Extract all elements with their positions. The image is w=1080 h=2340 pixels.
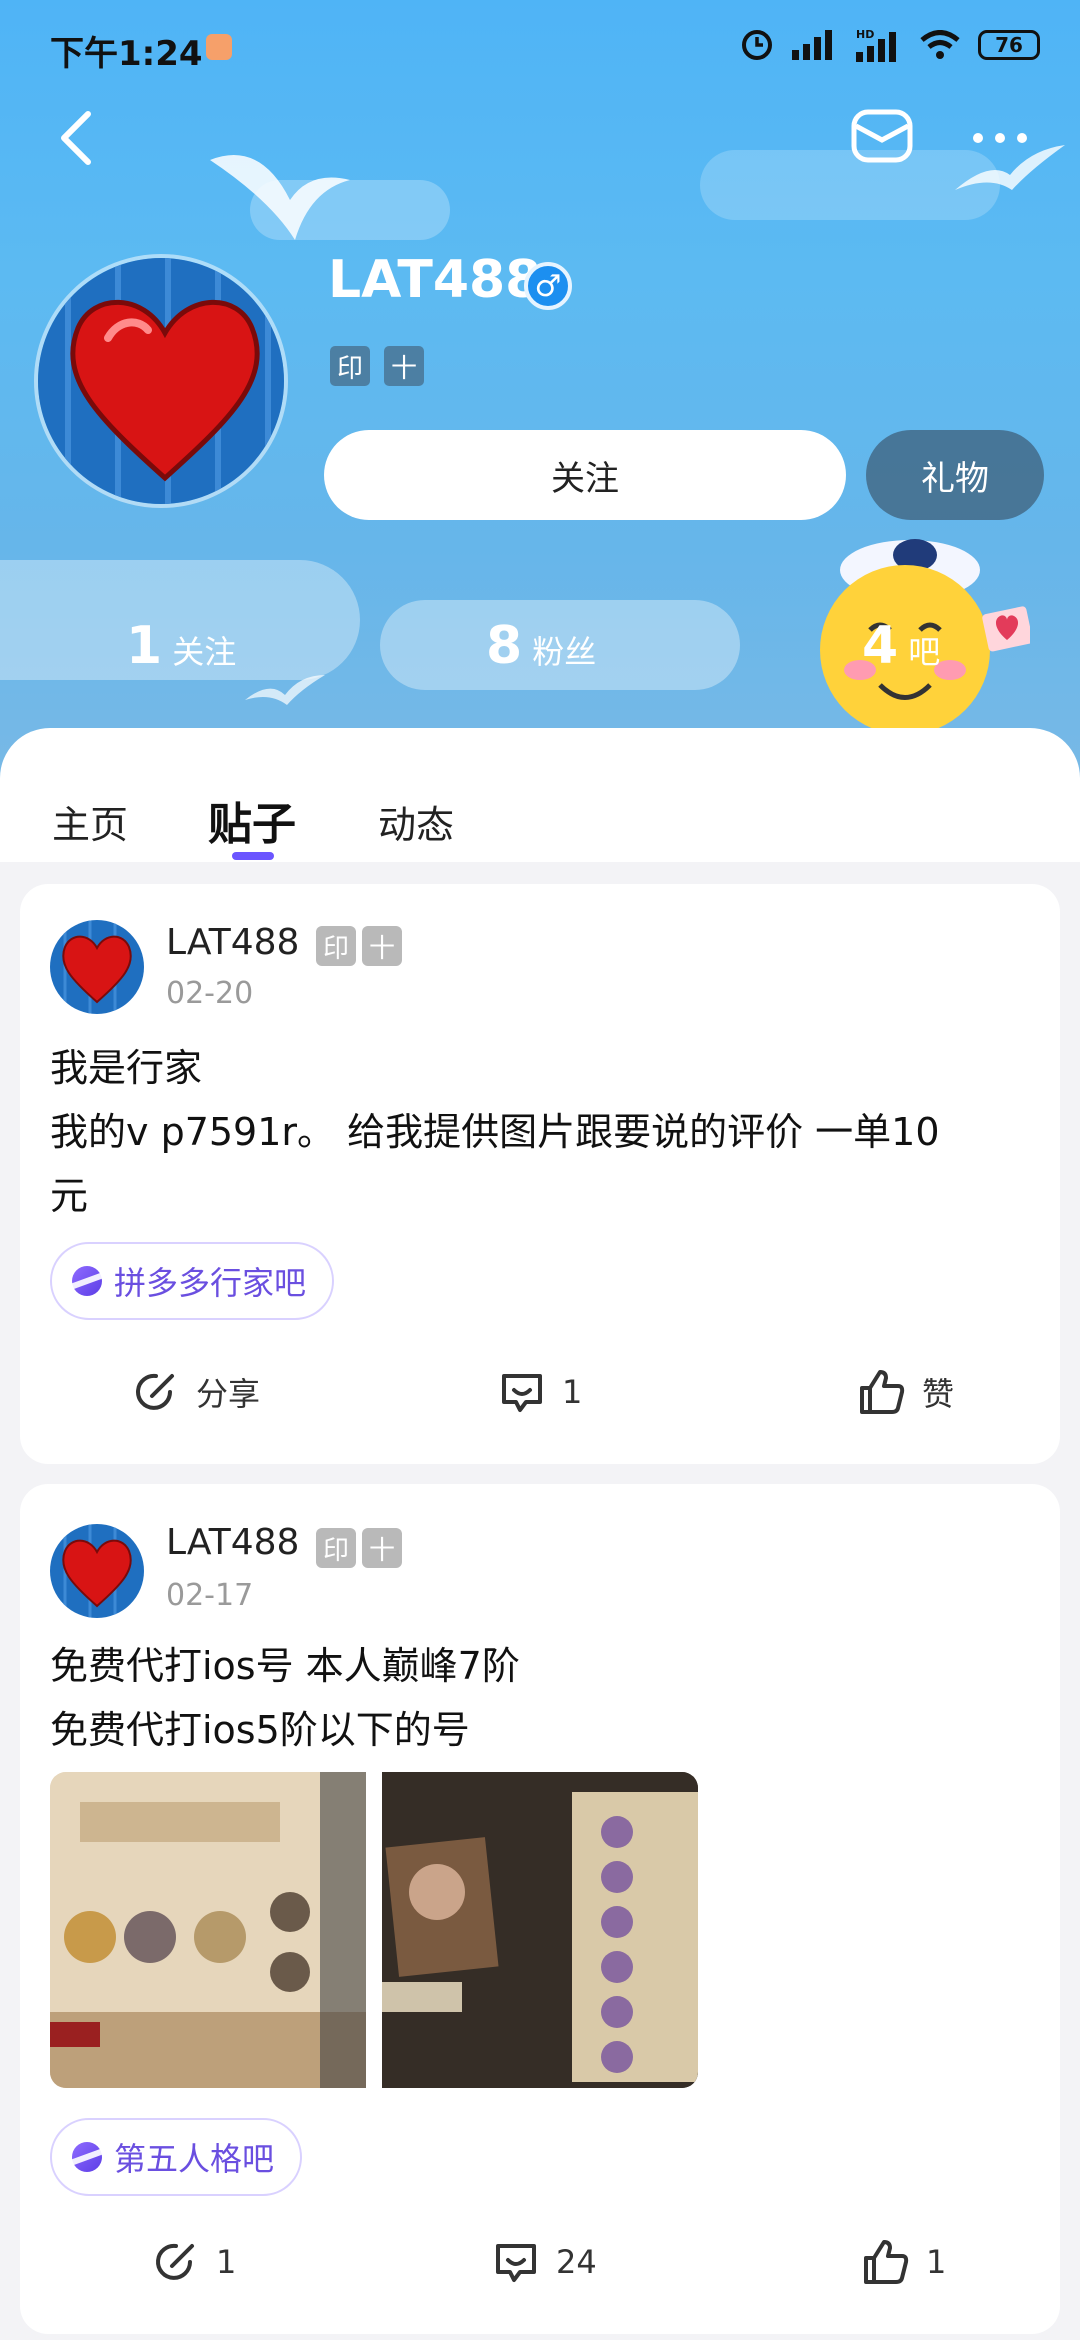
game-screenshot-image (50, 1772, 366, 2088)
like-button[interactable]: 赞 (856, 1366, 954, 1418)
forum-tag-label: 第五人格吧 (114, 2140, 275, 2178)
user-tag-badge: 印 (330, 346, 370, 386)
svg-text:HD: HD (856, 28, 874, 41)
thumbs-up-icon (860, 1370, 905, 1414)
back-arrow-icon[interactable] (52, 108, 102, 168)
stat-forums[interactable]: 4 吧 (862, 616, 940, 676)
message-icon[interactable] (850, 108, 914, 164)
heart-avatar-image (50, 1524, 144, 1618)
comment-icon (502, 1374, 542, 1412)
user-tag-badge: 十 (384, 346, 424, 386)
post-card[interactable]: LAT488 印 十 02-17 免费代打ios号 本人巅峰7阶 免费代打ios… (20, 1484, 1060, 2334)
signal-icon (792, 30, 832, 60)
share-button[interactable]: 分享 (130, 1366, 260, 1418)
active-tab-indicator (232, 852, 274, 860)
user-tag-badge: 十 (362, 1528, 402, 1568)
share-count: 1 (216, 2243, 237, 2281)
post-author-name[interactable]: LAT488 (166, 1522, 299, 1563)
status-time: 下午1:24 (50, 34, 203, 74)
signal-hd-icon: HD (856, 28, 896, 62)
status-bar: 下午1:24 HD 76 (0, 0, 1080, 96)
post-date: 02-20 (166, 976, 254, 1011)
forum-tag-label: 拼多多行家吧 (114, 1264, 307, 1302)
comment-count: 1 (562, 1373, 583, 1411)
like-button[interactable]: 1 (860, 2236, 946, 2288)
stat-followers-count: 8 (486, 616, 523, 676)
heart-avatar-image (50, 920, 144, 1014)
like-label: 赞 (922, 1375, 955, 1413)
user-tag-badge: 印 (316, 1528, 356, 1568)
post-date: 02-17 (166, 1578, 254, 1613)
post-content[interactable]: 我是行家 我的v p7591r。 给我提供图片跟要说的评价 一单10 元 (50, 1036, 1040, 1228)
post-text-line: 我是行家 (50, 1046, 203, 1090)
status-indicators: HD 76 (740, 28, 1040, 62)
forum-tag-button[interactable]: 第五人格吧 (50, 2118, 303, 2196)
profile-avatar[interactable] (34, 254, 288, 508)
tab-home[interactable]: 主页 (52, 794, 128, 849)
comment-button[interactable]: 24 (490, 2236, 597, 2288)
post-text-line: 我的v p7591r。 给我提供图片跟要说的评价 一单10 (50, 1110, 940, 1154)
profile-banner: 下午1:24 HD 76 LAT488 ♂ 印 十 关注 礼物 1 关注 8 粉… (0, 0, 1080, 780)
tab-bar: 主页 贴子 动态 (0, 728, 1080, 862)
comment-icon (496, 2244, 536, 2282)
alarm-icon (742, 30, 772, 60)
gift-button[interactable]: 礼物 (866, 430, 1044, 520)
share-icon (156, 2243, 194, 2280)
game-screenshot-image (382, 1772, 698, 2088)
share-label: 分享 (196, 1375, 261, 1413)
seagull-decoration (210, 155, 350, 240)
user-tag-badge: 十 (362, 926, 402, 966)
follow-button[interactable]: 关注 (324, 430, 846, 520)
comment-count: 24 (556, 2243, 597, 2281)
share-button[interactable]: 1 (150, 2236, 236, 2288)
forum-planet-icon (72, 2142, 102, 2172)
seagull-decoration (245, 675, 325, 705)
stat-following-count: 1 (126, 616, 163, 676)
post-text-line: 免费代打ios5阶以下的号 (50, 1708, 470, 1752)
stat-forums-label: 吧 (908, 633, 941, 671)
post-image[interactable] (382, 1772, 698, 2088)
app-notification-icon (206, 34, 232, 60)
comment-button[interactable]: 1 (496, 1366, 582, 1418)
profile-username: LAT488 (328, 250, 542, 310)
stat-following-label: 关注 (172, 633, 237, 671)
thumbs-up-icon (864, 2240, 909, 2284)
post-author-avatar[interactable] (50, 920, 144, 1014)
post-author-name[interactable]: LAT488 (166, 922, 299, 963)
post-image[interactable] (50, 1772, 366, 2088)
stat-forums-count: 4 (862, 616, 899, 676)
wifi-icon (920, 30, 960, 59)
heart-avatar-image (38, 258, 284, 504)
share-icon (136, 1373, 174, 1410)
gender-male-icon: ♂ (524, 262, 572, 310)
forum-planet-icon (72, 1266, 102, 1296)
stat-followers-label: 粉丝 (532, 633, 597, 671)
post-card[interactable]: LAT488 印 十 02-20 我是行家 我的v p7591r。 给我提供图片… (20, 884, 1060, 1464)
forum-tag-button[interactable]: 拼多多行家吧 (50, 1242, 335, 1320)
like-count: 1 (926, 2243, 947, 2281)
user-tag-badge: 印 (316, 926, 356, 966)
post-text-line: 元 (50, 1174, 89, 1218)
battery-indicator: 76 (978, 30, 1040, 60)
stat-following[interactable]: 1 关注 (126, 616, 236, 676)
post-text-line: 免费代打ios号 本人巅峰7阶 (50, 1644, 520, 1688)
tab-posts[interactable]: 贴子 (208, 788, 296, 852)
post-content[interactable]: 免费代打ios号 本人巅峰7阶 免费代打ios5阶以下的号 (50, 1634, 1040, 1762)
stat-followers[interactable]: 8 粉丝 (486, 616, 596, 676)
more-options-icon[interactable] (970, 118, 1030, 158)
post-author-avatar[interactable] (50, 1524, 144, 1618)
tab-activity[interactable]: 动态 (378, 794, 454, 849)
